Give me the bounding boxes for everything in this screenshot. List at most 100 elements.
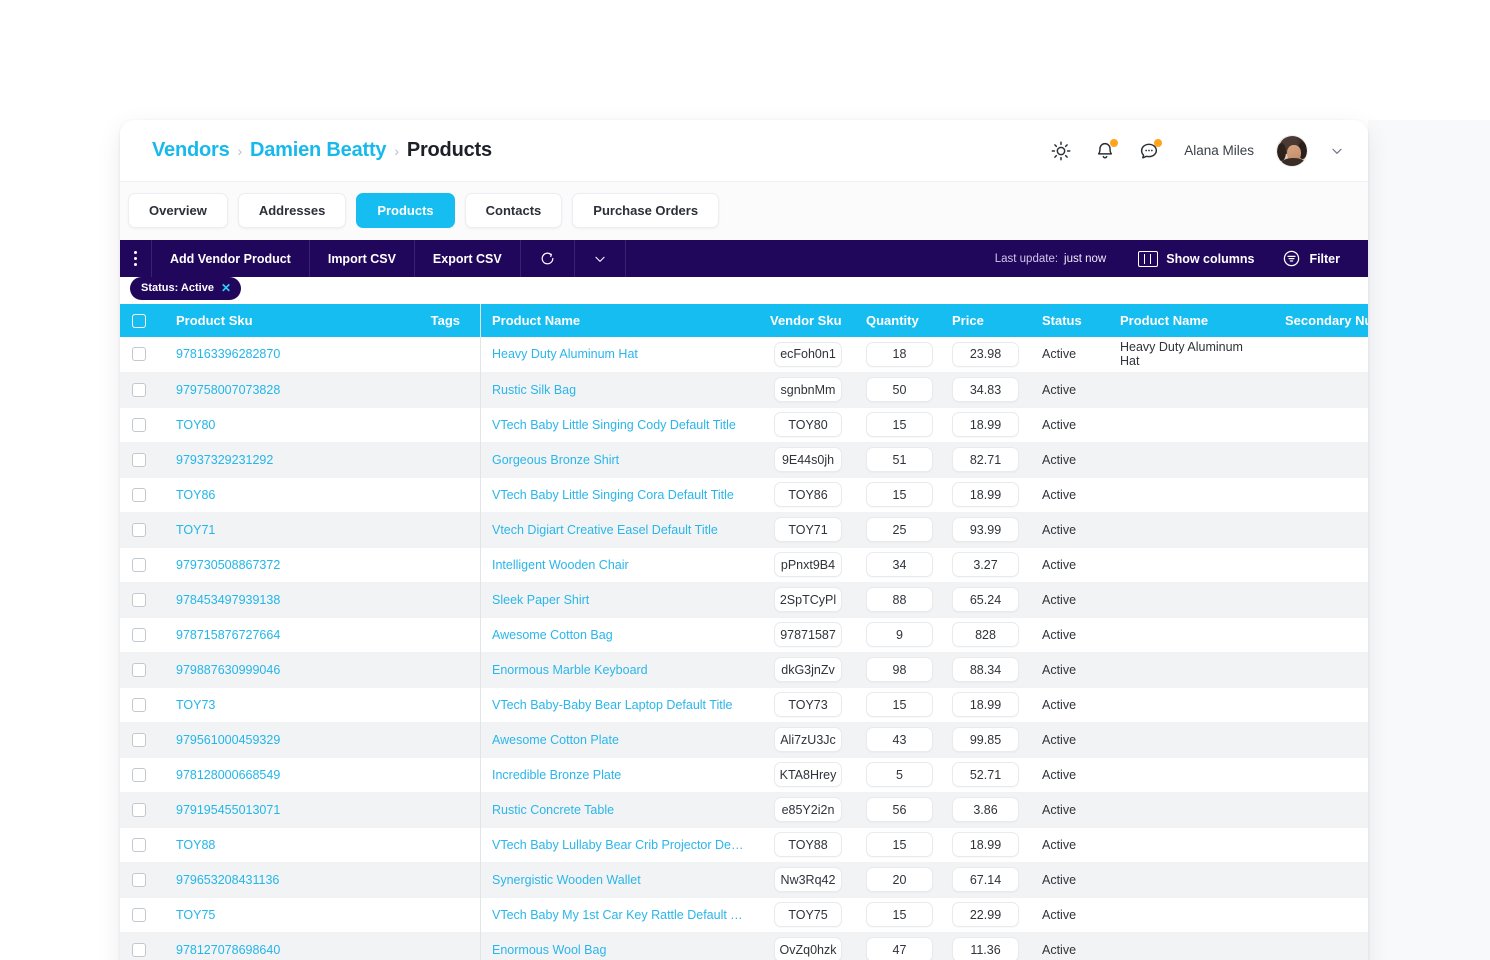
import-csv-button[interactable]: Import CSV (310, 240, 415, 277)
filter-chip-status[interactable]: Status: Active ✕ (130, 277, 242, 300)
table-row[interactable]: 979195455013071 Rustic Concrete Table e85Y… (120, 792, 1368, 828)
tab-addresses[interactable]: Addresses (237, 193, 347, 228)
vendor-sku-field[interactable]: 97871587 (774, 622, 842, 647)
quantity-field[interactable]: 15 (866, 692, 933, 717)
quantity-field[interactable]: 56 (866, 797, 933, 822)
vendor-sku-field[interactable]: 9E44s0jh­ (774, 447, 842, 472)
price-field[interactable]: 3.27 (952, 552, 1019, 577)
product-sku-link[interactable]: TOY75 (176, 908, 215, 922)
vendor-sku-field[interactable]: Nw3Rq42 (774, 867, 842, 892)
product-sku-link[interactable]: TOY73 (176, 698, 215, 712)
product-sku-link[interactable]: 979561000459329 (176, 733, 280, 747)
row-select-cell[interactable] (120, 442, 164, 478)
product-name-link[interactable]: VTech Baby-Baby Bear Laptop Default Titl… (492, 698, 746, 712)
table-row[interactable]: TOY71 Vtech Digiart Creative Easel Defaul… (120, 512, 1368, 548)
vendor-sku-field[interactable]: dkG3jnZv­ (774, 657, 842, 682)
row-checkbox[interactable] (132, 522, 146, 537)
breadcrumb-item-vendors[interactable]: Vendors (152, 139, 230, 162)
row-checkbox[interactable] (132, 732, 146, 747)
show-columns-button[interactable]: Show columns (1124, 250, 1268, 267)
row-checkbox[interactable] (132, 872, 146, 887)
product-sku-link[interactable]: 978715876727664 (176, 628, 280, 642)
vendor-sku-field[interactable]: sgnbnMm (774, 377, 842, 402)
user-menu-chevron-down-icon[interactable] (1330, 144, 1344, 158)
column-header-tags[interactable]: Tags (349, 304, 480, 337)
product-sku-link[interactable]: 979758007073828 (176, 383, 280, 397)
tab-purchase-orders[interactable]: Purchase Orders (572, 193, 720, 228)
row-checkbox[interactable] (132, 487, 146, 502)
table-row[interactable]: 978453497939138 Sleek Paper Shirt 2SpTCyPl… (120, 582, 1368, 618)
row-select-cell[interactable] (120, 617, 164, 653)
vendor-sku-field[interactable]: TOY80 (774, 412, 842, 437)
tab-contacts[interactable]: Contacts (464, 193, 563, 228)
row-checkbox[interactable] (132, 697, 146, 712)
price-field[interactable]: 88.34 (952, 657, 1019, 682)
price-field[interactable]: 18.99 (952, 692, 1019, 717)
chat-icon[interactable] (1138, 138, 1163, 162)
row-select-cell[interactable] (120, 477, 164, 513)
column-header-product-name-2[interactable]: Product Name (1108, 304, 1273, 337)
price-field[interactable]: 22.99 (952, 902, 1019, 927)
quantity-field[interactable]: 18 (866, 341, 933, 367)
product-name-link[interactable]: Sleek Paper Shirt (492, 593, 746, 607)
price-field[interactable]: 34.83 (952, 377, 1019, 402)
product-sku-link[interactable]: 97937329231292 (176, 453, 273, 467)
product-name-link[interactable]: VTech Baby Lullaby Bear Crib Projector D… (492, 838, 746, 852)
brightness-icon[interactable] (1050, 140, 1072, 162)
product-name-link[interactable]: Intelligent Wooden Chair (492, 558, 746, 572)
vendor-sku-field[interactable]: ecFoh0n1­ (774, 341, 842, 367)
product-sku-link[interactable]: 979730508867372 (176, 558, 280, 572)
product-name-link[interactable]: Enormous Wool Bag (492, 943, 746, 957)
row-select-cell[interactable] (120, 407, 164, 443)
table-row[interactable]: TOY75 VTech Baby My 1st Car Key Rattle De… (120, 897, 1368, 933)
vendor-sku-field[interactable]: OvZq0hzk (774, 937, 842, 960)
column-header-product-name[interactable]: Product Name (480, 304, 758, 337)
vendor-sku-field[interactable]: Ali7zU3Jc (774, 727, 842, 752)
close-icon[interactable]: ✕ (221, 282, 231, 294)
product-sku-link[interactable]: TOY86 (176, 488, 215, 502)
row-select-cell[interactable] (120, 547, 164, 583)
quantity-field[interactable]: 9 (866, 622, 933, 647)
product-name-link[interactable]: Vtech Digiart Creative Easel Default Tit… (492, 523, 746, 537)
product-sku-link[interactable]: 978163396282870 (176, 347, 280, 361)
column-header-status[interactable]: Status (1030, 304, 1108, 337)
row-checkbox[interactable] (132, 557, 146, 572)
row-checkbox[interactable] (132, 802, 146, 817)
row-select-cell[interactable] (120, 372, 164, 408)
quantity-field[interactable]: 15 (866, 832, 933, 857)
quantity-field[interactable]: 88 (866, 587, 933, 612)
quantity-field[interactable]: 25 (866, 517, 933, 542)
table-row[interactable]: 97937329231292 Gorgeous Bronze Shirt 9E44s… (120, 442, 1368, 478)
quantity-field[interactable]: 98 (866, 657, 933, 682)
price-field[interactable]: 18.99 (952, 832, 1019, 857)
table-row[interactable]: 979887630999046 Enormous Marble Keyboard d… (120, 652, 1368, 688)
row-select-cell[interactable] (120, 897, 164, 933)
row-checkbox[interactable] (132, 382, 146, 397)
export-csv-button[interactable]: Export CSV (415, 240, 521, 277)
product-name-link[interactable]: Synergistic Wooden Wallet (492, 873, 746, 887)
quantity-field[interactable]: 15 (866, 482, 933, 507)
product-name-link[interactable]: VTech Baby My 1st Car Key Rattle Default… (492, 908, 746, 922)
quantity-field[interactable]: 43 (866, 727, 933, 752)
column-header-vendor-sku[interactable]: Vendor Sku (758, 304, 854, 337)
product-name-link[interactable]: Heavy Duty Aluminum Hat (492, 347, 746, 361)
vendor-sku-field[interactable]: TOY88 (774, 832, 842, 857)
row-select-cell[interactable] (120, 687, 164, 723)
row-select-cell[interactable] (120, 582, 164, 618)
row-checkbox[interactable] (132, 662, 146, 677)
product-sku-link[interactable]: 979195455013071 (176, 803, 280, 817)
price-field[interactable]: 67.14 (952, 867, 1019, 892)
vendor-sku-field[interactable]: KTA8Hrey (774, 762, 842, 787)
product-name-link[interactable]: Awesome Cotton Plate (492, 733, 746, 747)
quantity-field[interactable]: 34 (866, 552, 933, 577)
product-name-link[interactable]: VTech Baby Little Singing Cody Default T… (492, 418, 746, 432)
row-select-cell[interactable] (120, 512, 164, 548)
row-checkbox[interactable] (132, 627, 146, 642)
refresh-button[interactable] (521, 240, 575, 277)
product-sku-link[interactable]: 979887630999046 (176, 663, 280, 677)
refresh-interval-dropdown[interactable] (575, 240, 626, 277)
price-field[interactable]: 82.71 (952, 447, 1019, 472)
row-select-cell[interactable] (120, 862, 164, 898)
table-row[interactable]: 979758007073828 Rustic Silk Bag sgnbnMm 50 3… (120, 372, 1368, 408)
row-checkbox[interactable] (132, 592, 146, 607)
